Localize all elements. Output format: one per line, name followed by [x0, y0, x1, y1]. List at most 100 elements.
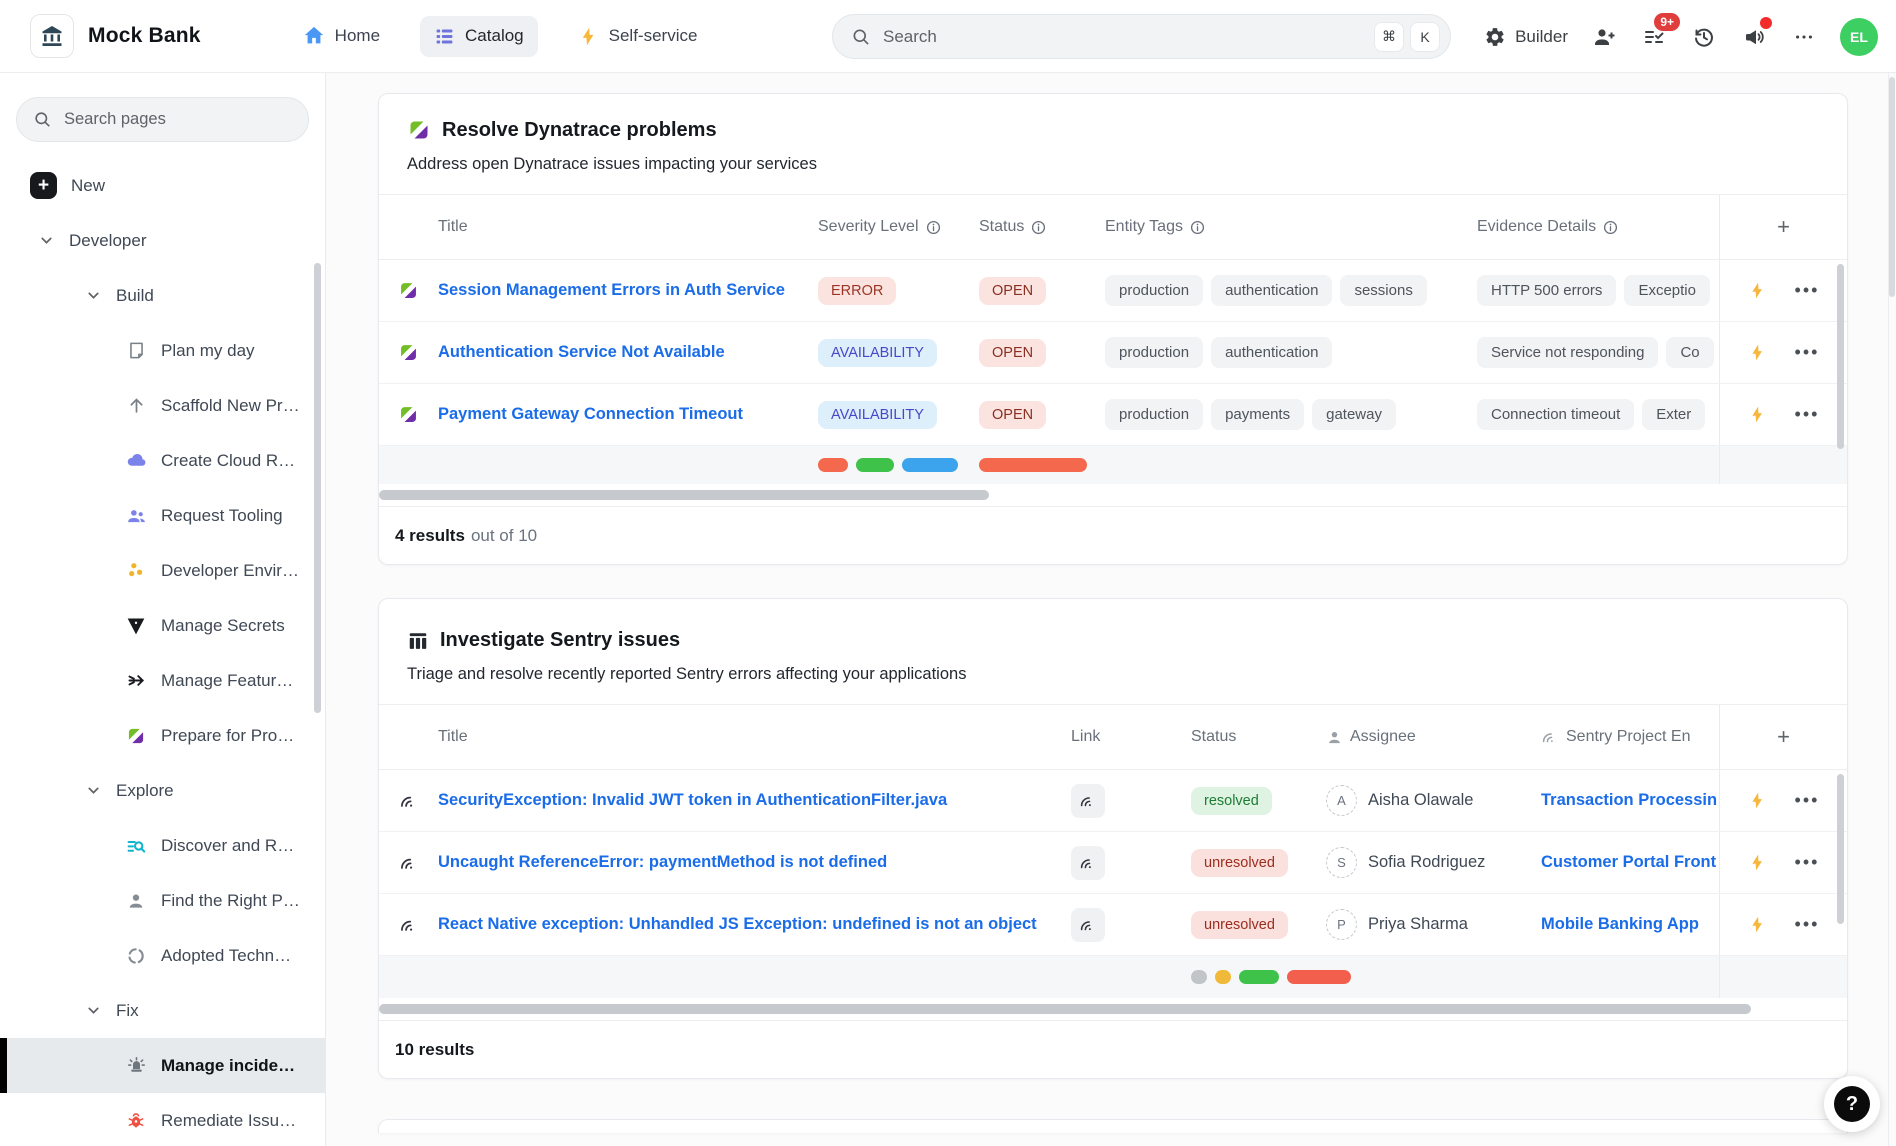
tab-catalog[interactable]: Catalog — [420, 16, 538, 57]
issue-title-link[interactable]: SecurityException: Invalid JWT token in … — [438, 791, 1071, 810]
sidebar-item-find-right[interactable]: Find the Right P… — [0, 873, 325, 928]
problem-title-link[interactable]: Authentication Service Not Available — [438, 343, 818, 362]
dynatrace-icon — [379, 404, 438, 425]
sidebar-item-scaffold-new[interactable]: Scaffold New Pr… — [0, 378, 325, 433]
help-button[interactable]: ? — [1824, 1076, 1880, 1132]
sentry-project-link[interactable]: Transaction Processin — [1541, 791, 1719, 810]
tab-self-service-label: Self-service — [609, 26, 698, 46]
tab-self-service[interactable]: Self-service — [564, 16, 712, 57]
info-icon[interactable] — [1190, 220, 1205, 235]
sidebar-item-manage-features[interactable]: Manage Featur… — [0, 653, 325, 708]
sidebar-item-adopted-tech[interactable]: Adopted Techn… — [0, 928, 325, 983]
sidebar-item-create-cloud[interactable]: Create Cloud R… — [0, 433, 325, 488]
problem-title-link[interactable]: Session Management Errors in Auth Servic… — [438, 281, 818, 300]
table-row: Uncaught ReferenceError: paymentMethod i… — [379, 832, 1847, 894]
evidence-chip: Connection timeout — [1477, 399, 1634, 430]
item-label: Manage Secrets — [161, 616, 285, 636]
sidebar-section-build[interactable]: Build — [0, 268, 325, 323]
invite-user-button[interactable] — [1590, 23, 1618, 51]
page-scrollbar-thumb[interactable] — [1889, 77, 1895, 297]
run-action-button[interactable] — [1748, 281, 1767, 300]
more-menu-button[interactable] — [1790, 23, 1818, 51]
row-menu-button[interactable]: ••• — [1795, 852, 1820, 873]
run-action-button[interactable] — [1748, 343, 1767, 362]
sidebar-item-manage-secrets[interactable]: Manage Secrets — [0, 598, 325, 653]
info-icon[interactable] — [1603, 220, 1618, 235]
horizontal-scrollbar-thumb[interactable] — [379, 490, 989, 500]
assignee-avatar: P — [1326, 909, 1357, 940]
sidebar-item-prepare-production[interactable]: Prepare for Pro… — [0, 708, 325, 763]
sidebar-item-discover[interactable]: Discover and R… — [0, 818, 325, 873]
issue-title-link[interactable]: Uncaught ReferenceError: paymentMethod i… — [438, 853, 1071, 872]
sidebar-item-manage-incidents[interactable]: Manage incide… — [0, 1038, 325, 1093]
table-vertical-scrollbar[interactable] — [1837, 774, 1844, 924]
status-pill-placeholders — [1191, 970, 1541, 984]
sidebar-item-plan-my-day[interactable]: Plan my day — [0, 323, 325, 378]
severity-badge: AVAILABILITY — [818, 339, 937, 367]
global-search-input[interactable]: Search ⌘ K — [832, 14, 1451, 59]
run-action-button[interactable] — [1748, 405, 1767, 424]
sentry-project-link[interactable]: Customer Portal Front — [1541, 853, 1719, 872]
new-page-button[interactable]: + New — [0, 158, 325, 213]
chevron-down-icon — [85, 287, 102, 304]
page-scrollbar[interactable] — [1888, 73, 1896, 1146]
sentry-project-link[interactable]: Mobile Banking App — [1541, 915, 1719, 934]
item-label: Adopted Techn… — [161, 946, 291, 966]
column-evidence: Evidence Details — [1477, 218, 1719, 236]
sidebar-section-fix[interactable]: Fix — [0, 983, 325, 1038]
sentry-link-button[interactable] — [1071, 784, 1105, 818]
chevron-down-icon — [85, 1002, 102, 1019]
row-menu-button[interactable]: ••• — [1795, 342, 1820, 363]
column-sentry-project: Sentry Project En — [1541, 728, 1719, 746]
history-button[interactable] — [1690, 23, 1718, 51]
assignee-name: Aisha Olawale — [1368, 791, 1473, 810]
problem-title-link[interactable]: Payment Gateway Connection Timeout — [438, 405, 818, 424]
dynatrace-icon — [125, 726, 147, 746]
add-column-button[interactable]: + — [1719, 705, 1847, 769]
builder-button[interactable]: Builder — [1484, 26, 1568, 48]
tag-chip: production — [1105, 399, 1203, 430]
chevron-down-icon — [38, 232, 55, 249]
item-label: Remediate Issu… — [161, 1111, 296, 1131]
sidebar-search-input[interactable]: Search pages — [16, 97, 309, 142]
sidebar-item-remediate-issues[interactable]: Remediate Issu… — [0, 1093, 325, 1146]
run-action-button[interactable] — [1748, 915, 1767, 934]
row-menu-button[interactable]: ••• — [1795, 404, 1820, 425]
sentry-link-button[interactable] — [1071, 846, 1105, 880]
user-avatar[interactable]: EL — [1840, 18, 1878, 56]
status-badge: OPEN — [979, 277, 1046, 305]
table-vertical-scrollbar[interactable] — [1837, 264, 1844, 449]
sidebar-item-developer-environments[interactable]: Developer Envir… — [0, 543, 325, 598]
sentry-link-button[interactable] — [1071, 908, 1105, 942]
sidebar-section-developer[interactable]: Developer — [0, 213, 325, 268]
cloud-icon — [125, 450, 147, 471]
row-menu-button[interactable]: ••• — [1795, 790, 1820, 811]
tag-chip: authentication — [1211, 337, 1332, 368]
sidebar-section-explore[interactable]: Explore — [0, 763, 325, 818]
severity-pill-placeholders — [818, 458, 979, 472]
add-column-button[interactable]: + — [1719, 195, 1847, 259]
section-label: Fix — [116, 1001, 139, 1021]
horizontal-scrollbar-thumb[interactable] — [379, 1004, 1751, 1014]
brand-logo[interactable] — [30, 14, 74, 58]
card-subtitle: Address open Dynatrace issues impacting … — [407, 155, 1819, 174]
announcements-button[interactable] — [1740, 23, 1768, 51]
tab-home[interactable]: Home — [289, 15, 394, 57]
dynatrace-icon — [379, 342, 438, 363]
info-icon[interactable] — [1031, 220, 1046, 235]
info-icon[interactable] — [926, 220, 941, 235]
row-menu-button[interactable]: ••• — [1795, 280, 1820, 301]
issue-title-link[interactable]: React Native exception: Unhandled JS Exc… — [438, 915, 1071, 934]
primary-nav: Home Catalog Self-service — [289, 15, 712, 57]
run-action-button[interactable] — [1748, 791, 1767, 810]
table-horizontal-scroll — [379, 998, 1847, 1020]
person-icon — [125, 891, 147, 911]
assignee-avatar: A — [1326, 785, 1357, 816]
sidebar-item-request-tooling[interactable]: Request Tooling — [0, 488, 325, 543]
sidebar-scrollbar[interactable] — [314, 263, 321, 713]
tasks-button[interactable]: 9+ — [1640, 23, 1668, 51]
column-severity: Severity Level — [818, 218, 979, 236]
run-action-button[interactable] — [1748, 853, 1767, 872]
row-menu-button[interactable]: ••• — [1795, 914, 1820, 935]
status-badge: resolved — [1191, 787, 1272, 815]
